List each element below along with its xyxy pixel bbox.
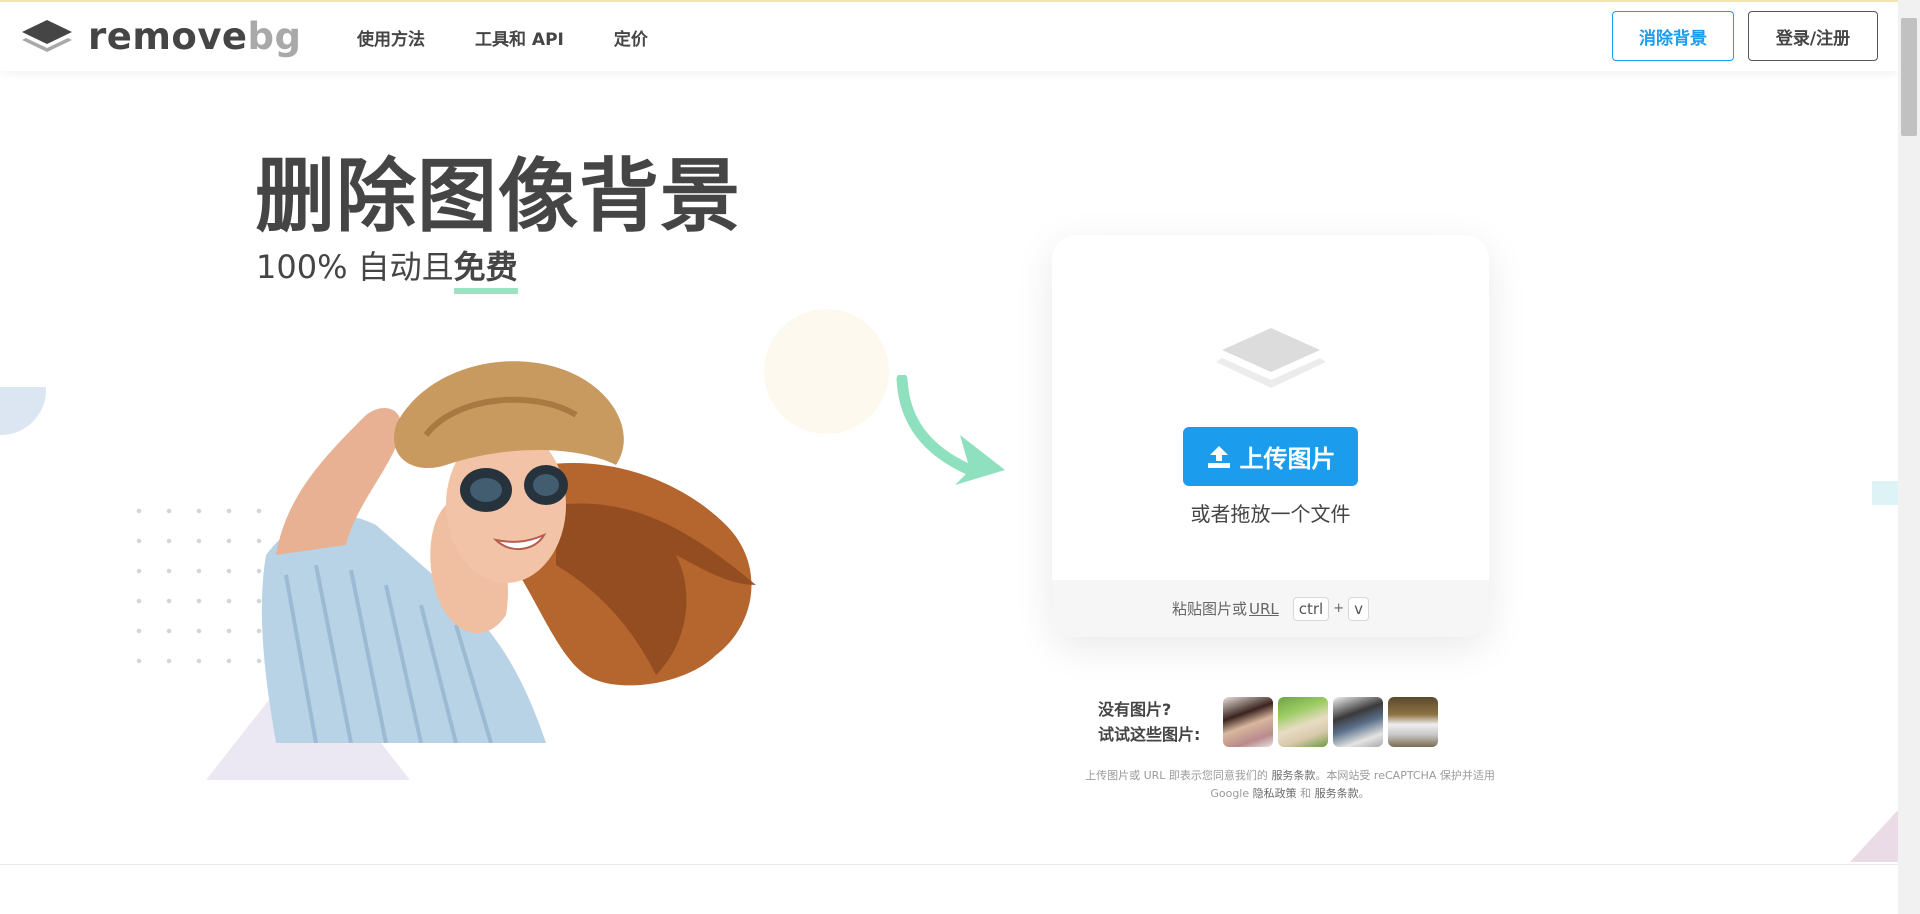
sample-image-woman[interactable] [1223,697,1273,747]
legal-part4: 和 [1300,787,1312,800]
main-nav: 使用方法 工具和 API 定价 [357,25,698,50]
key-v: v [1348,596,1370,621]
paste-url-link[interactable]: URL [1249,600,1279,618]
sample-image-alpaca[interactable] [1278,697,1328,747]
nav-how-to-use[interactable]: 使用方法 [357,25,425,50]
nav-tools-api[interactable]: 工具和 API [475,25,564,50]
upload-button-label: 上传图片 [1239,445,1336,473]
legal-part1: 上传图片或 URL 即表示您同意我们的 [1085,769,1268,782]
decorative-corner-triangle [1850,810,1898,862]
key-plus: + [1333,601,1345,616]
layers-logo-icon [22,20,72,52]
paste-text: 粘贴图片或 [1171,600,1247,618]
remove-background-button[interactable]: 消除背景 [1612,11,1734,61]
subtitle-prefix: 100% 自动且 [256,248,454,286]
sample-image-laptop[interactable] [1333,697,1383,747]
legal-part5: 。 [1358,787,1370,800]
terms-link[interactable]: 服务条款 [1271,769,1315,782]
logo[interactable]: removebg [20,16,302,56]
decorative-circle [764,309,889,434]
login-signup-button[interactable]: 登录/注册 [1748,11,1878,61]
upload-image-button[interactable]: 上传图片 [1183,427,1358,486]
legal-part3: Google [1210,787,1250,800]
logo-text-remove: remove [88,14,248,58]
hero-subtitle: 100% 自动且免费 [256,242,518,294]
sample-image-car[interactable] [1388,697,1438,747]
samples-label-line2: 试试这些图片: [1098,725,1201,744]
arrow-icon [896,375,1005,485]
nav-pricing[interactable]: 定价 [614,25,648,50]
paste-bar: 粘贴图片或 URL ctrl + v [1052,580,1489,637]
key-ctrl: ctrl [1292,596,1330,621]
legal-notice: 上传图片或 URL 即表示您同意我们的 服务条款。本网站受 reCAPTCHA … [1060,767,1520,803]
scrollbar-thumb[interactable] [1901,18,1917,136]
page-title: 删除图像背景 [255,150,741,243]
drop-file-text: 或者拖放一个文件 [1190,502,1351,526]
page-scrollbar[interactable] [1898,0,1920,914]
samples-label-line1: 没有图片? [1098,700,1172,719]
samples-label: 没有图片? 试试这些图片: [1098,697,1200,747]
decorative-half-circle [0,387,46,435]
section-divider [0,864,1898,865]
upload-icon [1207,445,1230,468]
terms-link-2[interactable]: 服务条款 [1315,787,1359,800]
privacy-link[interactable]: 隐私政策 [1253,787,1297,800]
legal-part2: 。本网站受 reCAPTCHA 保护并适用 [1315,769,1495,782]
logo-text: removebg [88,18,302,55]
subtitle-free: 免费 [453,248,518,294]
upload-card[interactable]: 上传图片 或者拖放一个文件 粘贴图片或 URL ctrl + v [1052,235,1489,637]
layers-placeholder-icon [1216,328,1326,388]
decorative-square [1872,481,1898,505]
logo-text-bg: bg [247,14,302,58]
site-header: removebg 使用方法 工具和 API 定价 消除背景 登录/注册 [0,2,1898,71]
hero-woman-image [261,361,756,743]
